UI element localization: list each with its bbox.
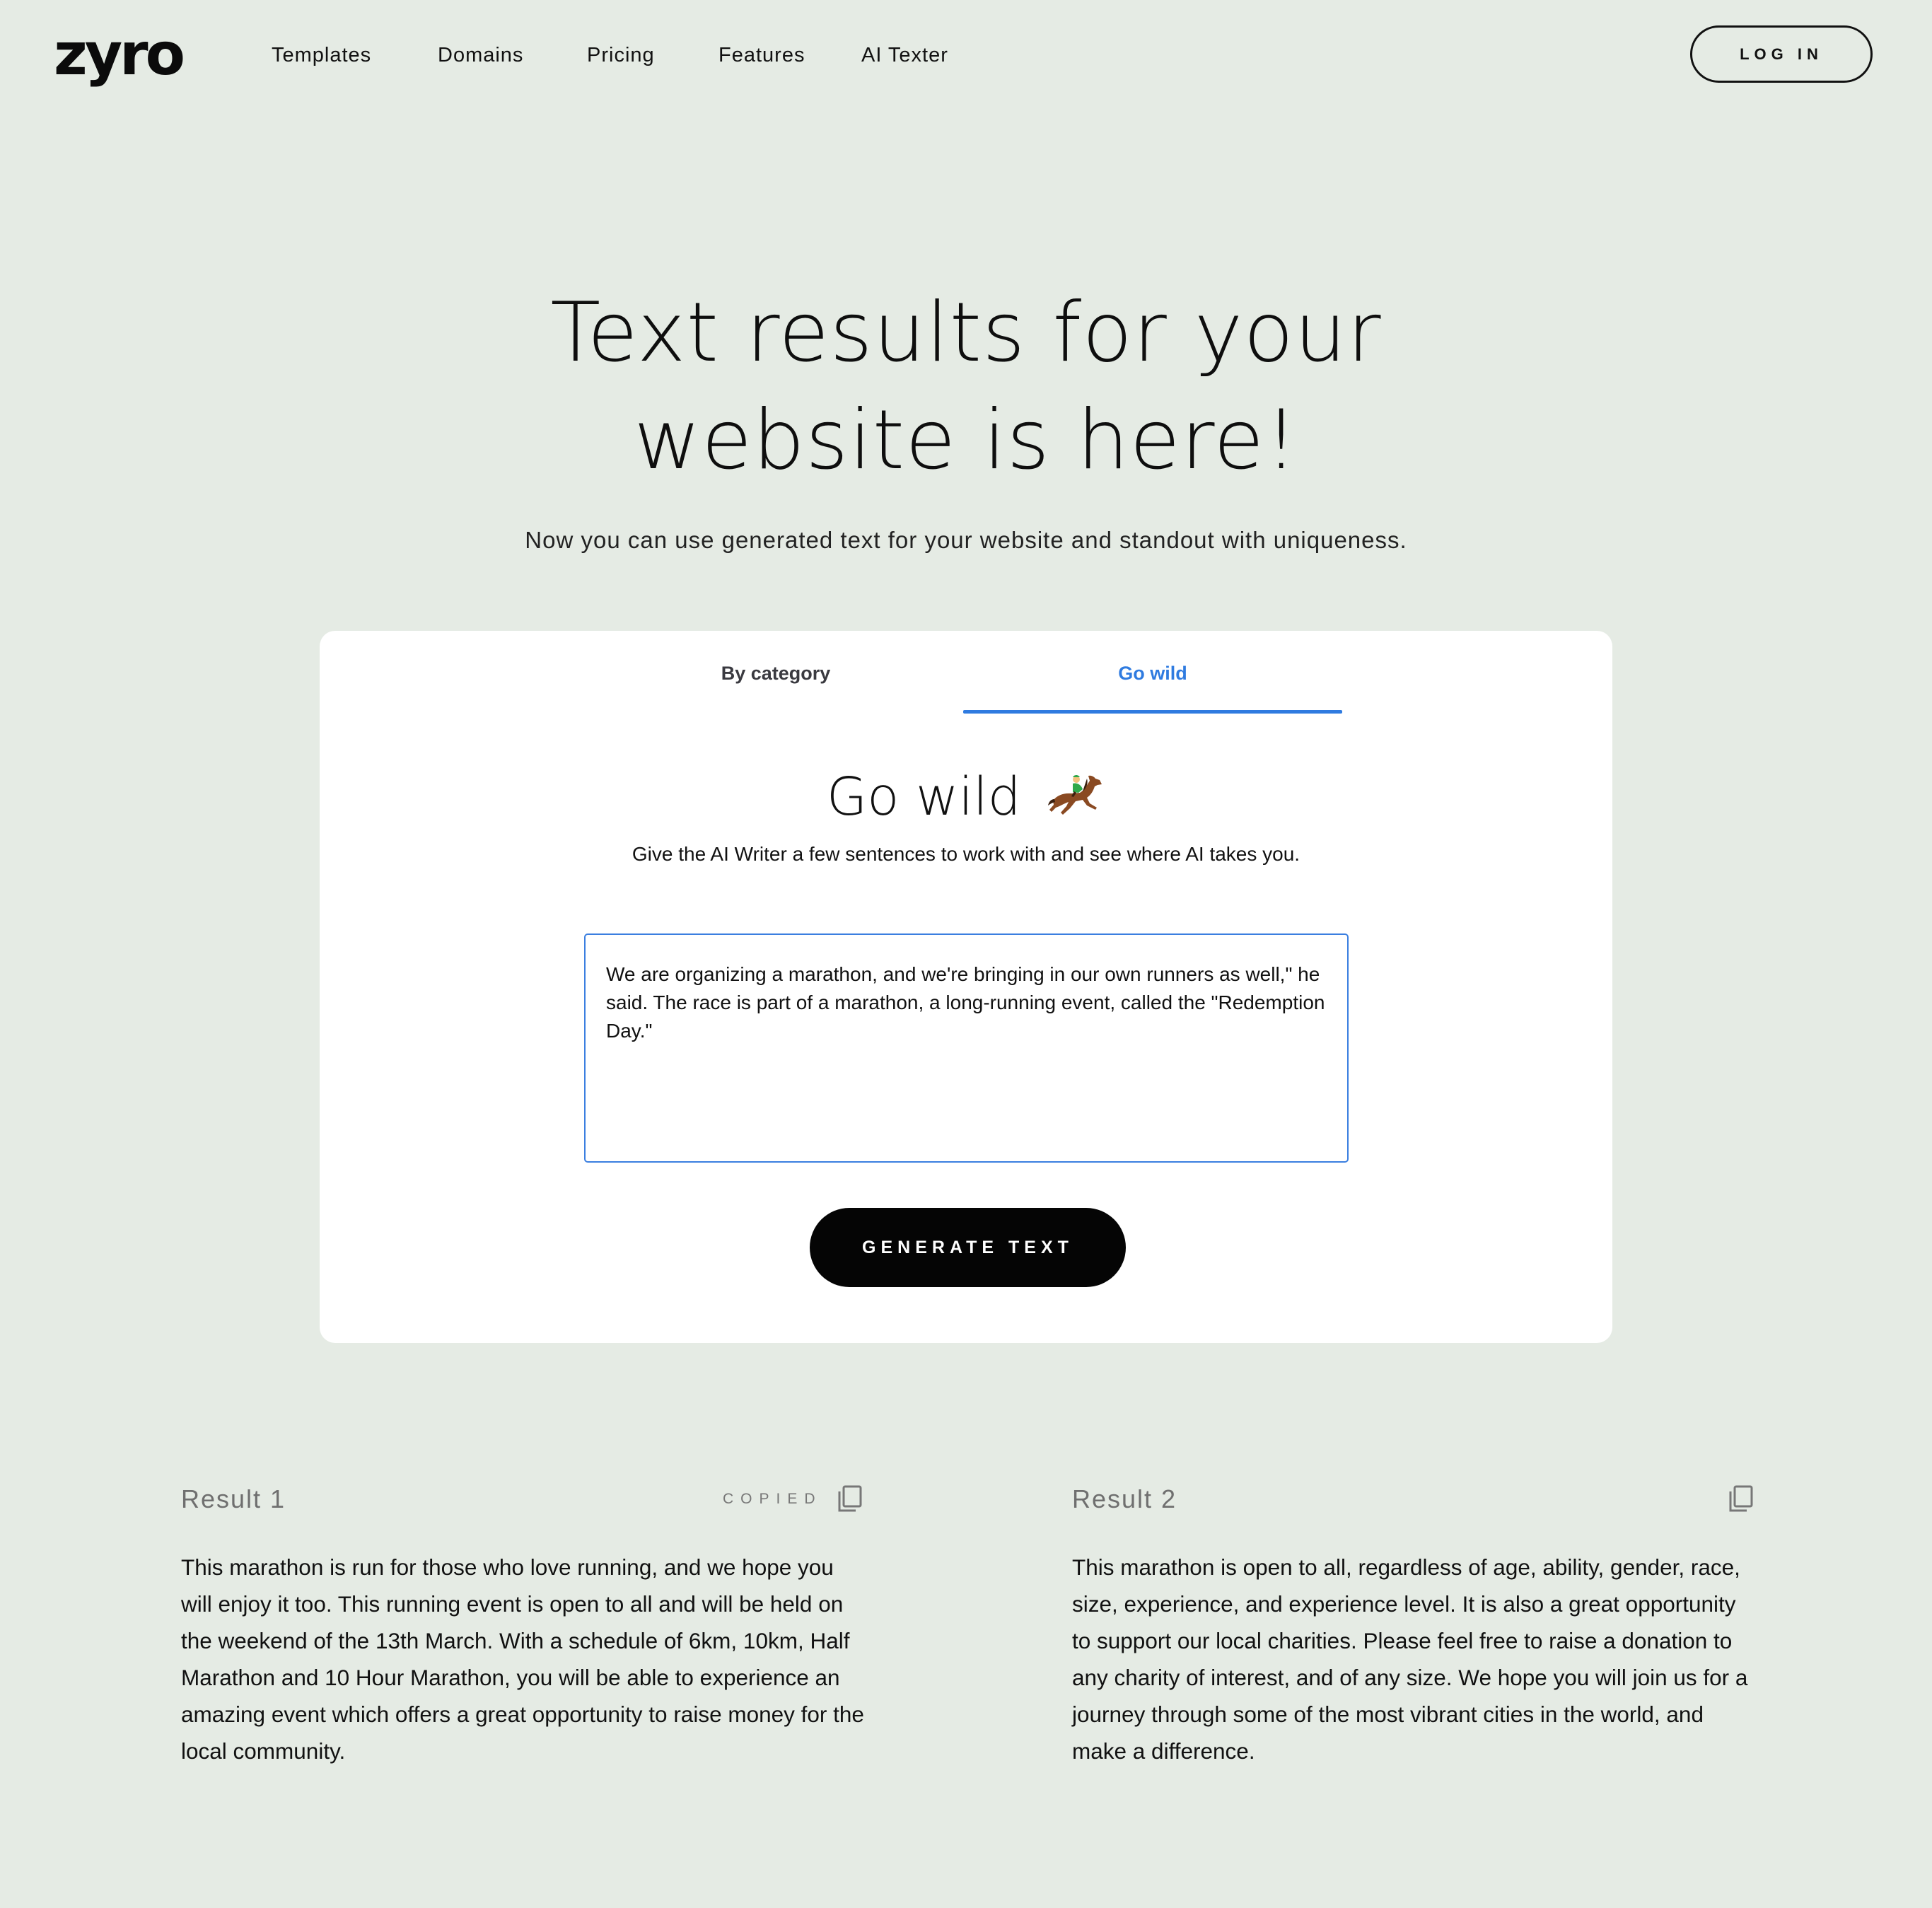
generator-card: By category Go wild Go wild Give the AI …: [320, 631, 1612, 1343]
page-title-line-1: Text results for your: [550, 285, 1382, 380]
page-subtitle: Now you can use generated text for your …: [525, 527, 1407, 553]
copied-status: COPIED: [723, 1491, 822, 1507]
nav-templates[interactable]: Templates: [272, 38, 371, 72]
tab-by-category[interactable]: By category: [666, 659, 885, 707]
go-wild-heading-text: Go wild: [826, 767, 1021, 827]
go-wild-heading: Go wild: [320, 765, 1612, 829]
copy-icon[interactable]: [834, 1484, 864, 1513]
nav-ai-texter[interactable]: AI Texter: [861, 38, 948, 72]
site-header: zyro Templates Domains Pricing Features …: [0, 0, 1932, 113]
horse-racing-icon: [1048, 775, 1102, 815]
result-2-title: Result 2: [1072, 1484, 1177, 1513]
active-tab-indicator: [963, 710, 1342, 714]
zyro-logo[interactable]: zyro: [54, 20, 185, 91]
prompt-input[interactable]: [584, 933, 1349, 1163]
nav-domains[interactable]: Domains: [438, 38, 523, 72]
copy-icon[interactable]: [1726, 1484, 1755, 1513]
go-wild-description: Give the AI Writer a few sentences to wo…: [632, 843, 1300, 865]
result-1-title: Result 1: [181, 1484, 286, 1513]
result-1-text: This marathon is run for those who love …: [181, 1554, 864, 1764]
generate-text-button[interactable]: GENERATE TEXT: [810, 1208, 1126, 1287]
page-title-line-2: website is here!: [634, 392, 1298, 488]
result-2-text: This marathon is open to all, regardless…: [1072, 1554, 1748, 1764]
tab-go-wild[interactable]: Go wild: [963, 659, 1342, 707]
page-title: Text results for your website is here!: [400, 279, 1532, 494]
login-button[interactable]: LOG IN: [1690, 25, 1873, 83]
nav-features[interactable]: Features: [718, 38, 805, 72]
nav-pricing[interactable]: Pricing: [587, 38, 655, 72]
